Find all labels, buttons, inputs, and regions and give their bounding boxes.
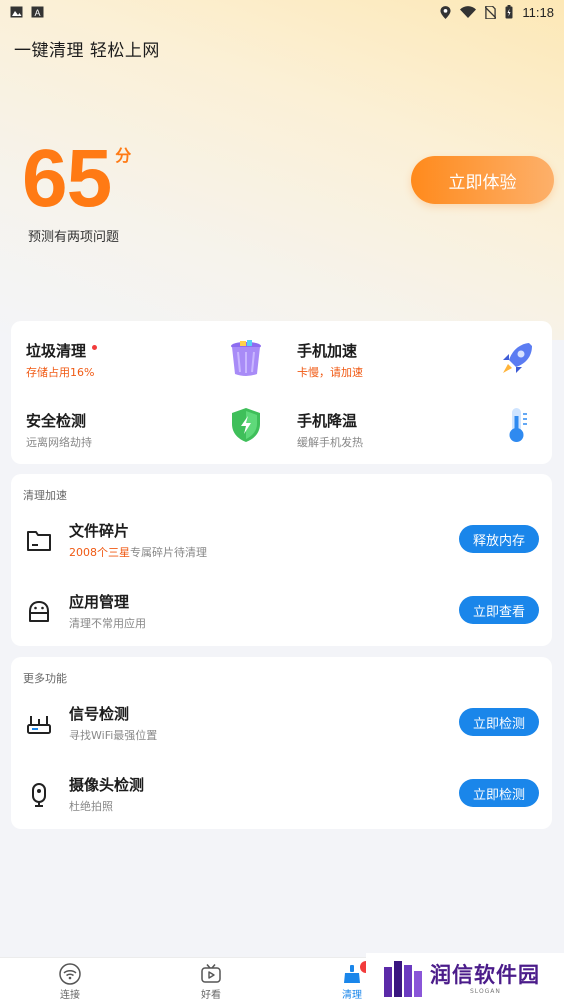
notification-dot xyxy=(92,345,98,350)
nav-tab-connect[interactable]: 连接 xyxy=(35,963,105,1001)
section-title: 清理加速 xyxy=(23,489,67,502)
battery-icon xyxy=(505,5,513,19)
router-icon xyxy=(27,716,51,734)
android-icon xyxy=(29,601,49,622)
watermark-logo: 润信软件园 SLOGAN xyxy=(366,953,564,1003)
tool-subtitle: 存储占用16% xyxy=(26,366,95,379)
item-subtitle: 2008个三星专属碎片待清理 xyxy=(69,544,207,560)
section-title: 更多功能 xyxy=(23,672,67,685)
try-now-button[interactable]: 立即体验 xyxy=(411,156,554,204)
item-highlight: 2008个三星 xyxy=(69,546,130,559)
tool-title: 垃圾清理 xyxy=(26,342,87,360)
brand-logo-icon xyxy=(384,961,422,997)
shield-icon xyxy=(232,408,260,442)
tool-subtitle: 远离网络劫持 xyxy=(26,436,92,449)
watermark-text: 润信软件园 xyxy=(430,963,540,987)
svg-text:A: A xyxy=(34,8,40,18)
nav-label: 好看 xyxy=(201,990,221,1001)
quick-tools-card: 垃圾清理 存储占用16% 手机加速 卡慢，请加速 安全检测 远离网络劫持 手机降… xyxy=(11,321,552,464)
score-unit: 分 xyxy=(115,146,132,165)
item-title: 应用管理 xyxy=(69,593,130,611)
status-time: 11:18 xyxy=(522,4,554,20)
tool-title: 安全检测 xyxy=(26,412,87,430)
tool-title: 手机降温 xyxy=(297,412,358,430)
item-subtitle: 寻找WiFi最强位置 xyxy=(69,729,158,742)
tool-subtitle: 卡慢，请加速 xyxy=(297,366,363,379)
no-sim-icon xyxy=(485,5,497,19)
image-icon xyxy=(10,6,23,18)
tool-cool-down[interactable]: 手机降温 缓解手机发热 xyxy=(297,408,557,470)
watermark-slogan: SLOGAN xyxy=(470,988,501,995)
score-display: 65 分 xyxy=(22,138,131,220)
trash-bin-icon xyxy=(231,340,261,376)
list-item[interactable]: 应用管理 清理不常用应用 立即查看 xyxy=(11,585,552,645)
item-title: 摄像头检测 xyxy=(69,776,145,794)
item-subtitle-text: 专属碎片待清理 xyxy=(130,546,207,559)
item-title: 文件碎片 xyxy=(69,522,130,540)
view-now-button[interactable]: 立即查看 xyxy=(459,596,539,624)
tool-security-check[interactable]: 安全检测 远离网络劫持 xyxy=(26,408,286,470)
page-title: 一键清理 轻松上网 xyxy=(14,41,160,61)
status-bar: A 11:18 xyxy=(0,0,564,24)
rocket-icon xyxy=(503,343,532,373)
item-subtitle: 杜绝拍照 xyxy=(69,800,113,813)
more-features-card: 更多功能 信号检测 寻找WiFi最强位置 立即检测 摄像头检测 杜绝拍照 立即检… xyxy=(11,657,552,829)
signal-detect-button[interactable]: 立即检测 xyxy=(459,708,539,736)
free-memory-button[interactable]: 释放内存 xyxy=(459,525,539,553)
score-subtitle: 预测有两项问题 xyxy=(28,230,120,245)
tool-title: 手机加速 xyxy=(297,342,358,360)
tool-junk-clean[interactable]: 垃圾清理 存储占用16% xyxy=(26,340,286,400)
folder-icon xyxy=(27,531,51,551)
tool-speed-up[interactable]: 手机加速 卡慢，请加速 xyxy=(297,340,557,400)
nav-tab-watch[interactable]: 好看 xyxy=(176,963,246,1001)
item-subtitle: 清理不常用应用 xyxy=(69,617,146,630)
a-icon: A xyxy=(31,6,44,18)
clean-speed-card: 清理加速 文件碎片 2008个三星专属碎片待清理 释放内存 应用管理 清理不常用… xyxy=(11,474,552,646)
camera-icon xyxy=(32,783,46,807)
thermometer-icon xyxy=(509,408,527,442)
nav-label: 连接 xyxy=(60,990,80,1001)
location-icon xyxy=(440,5,451,19)
wifi-icon xyxy=(460,6,477,18)
camera-detect-button[interactable]: 立即检测 xyxy=(459,779,539,807)
list-item[interactable]: 信号检测 寻找WiFi最强位置 立即检测 xyxy=(11,697,552,757)
tool-subtitle: 缓解手机发热 xyxy=(297,436,363,449)
wifi-icon xyxy=(59,963,81,985)
item-title: 信号检测 xyxy=(69,705,130,723)
list-item[interactable]: 文件碎片 2008个三星专属碎片待清理 释放内存 xyxy=(11,514,552,574)
score-value: 65 xyxy=(22,133,112,224)
tv-play-icon xyxy=(201,964,221,983)
list-item[interactable]: 摄像头检测 杜绝拍照 立即检测 xyxy=(11,768,552,828)
